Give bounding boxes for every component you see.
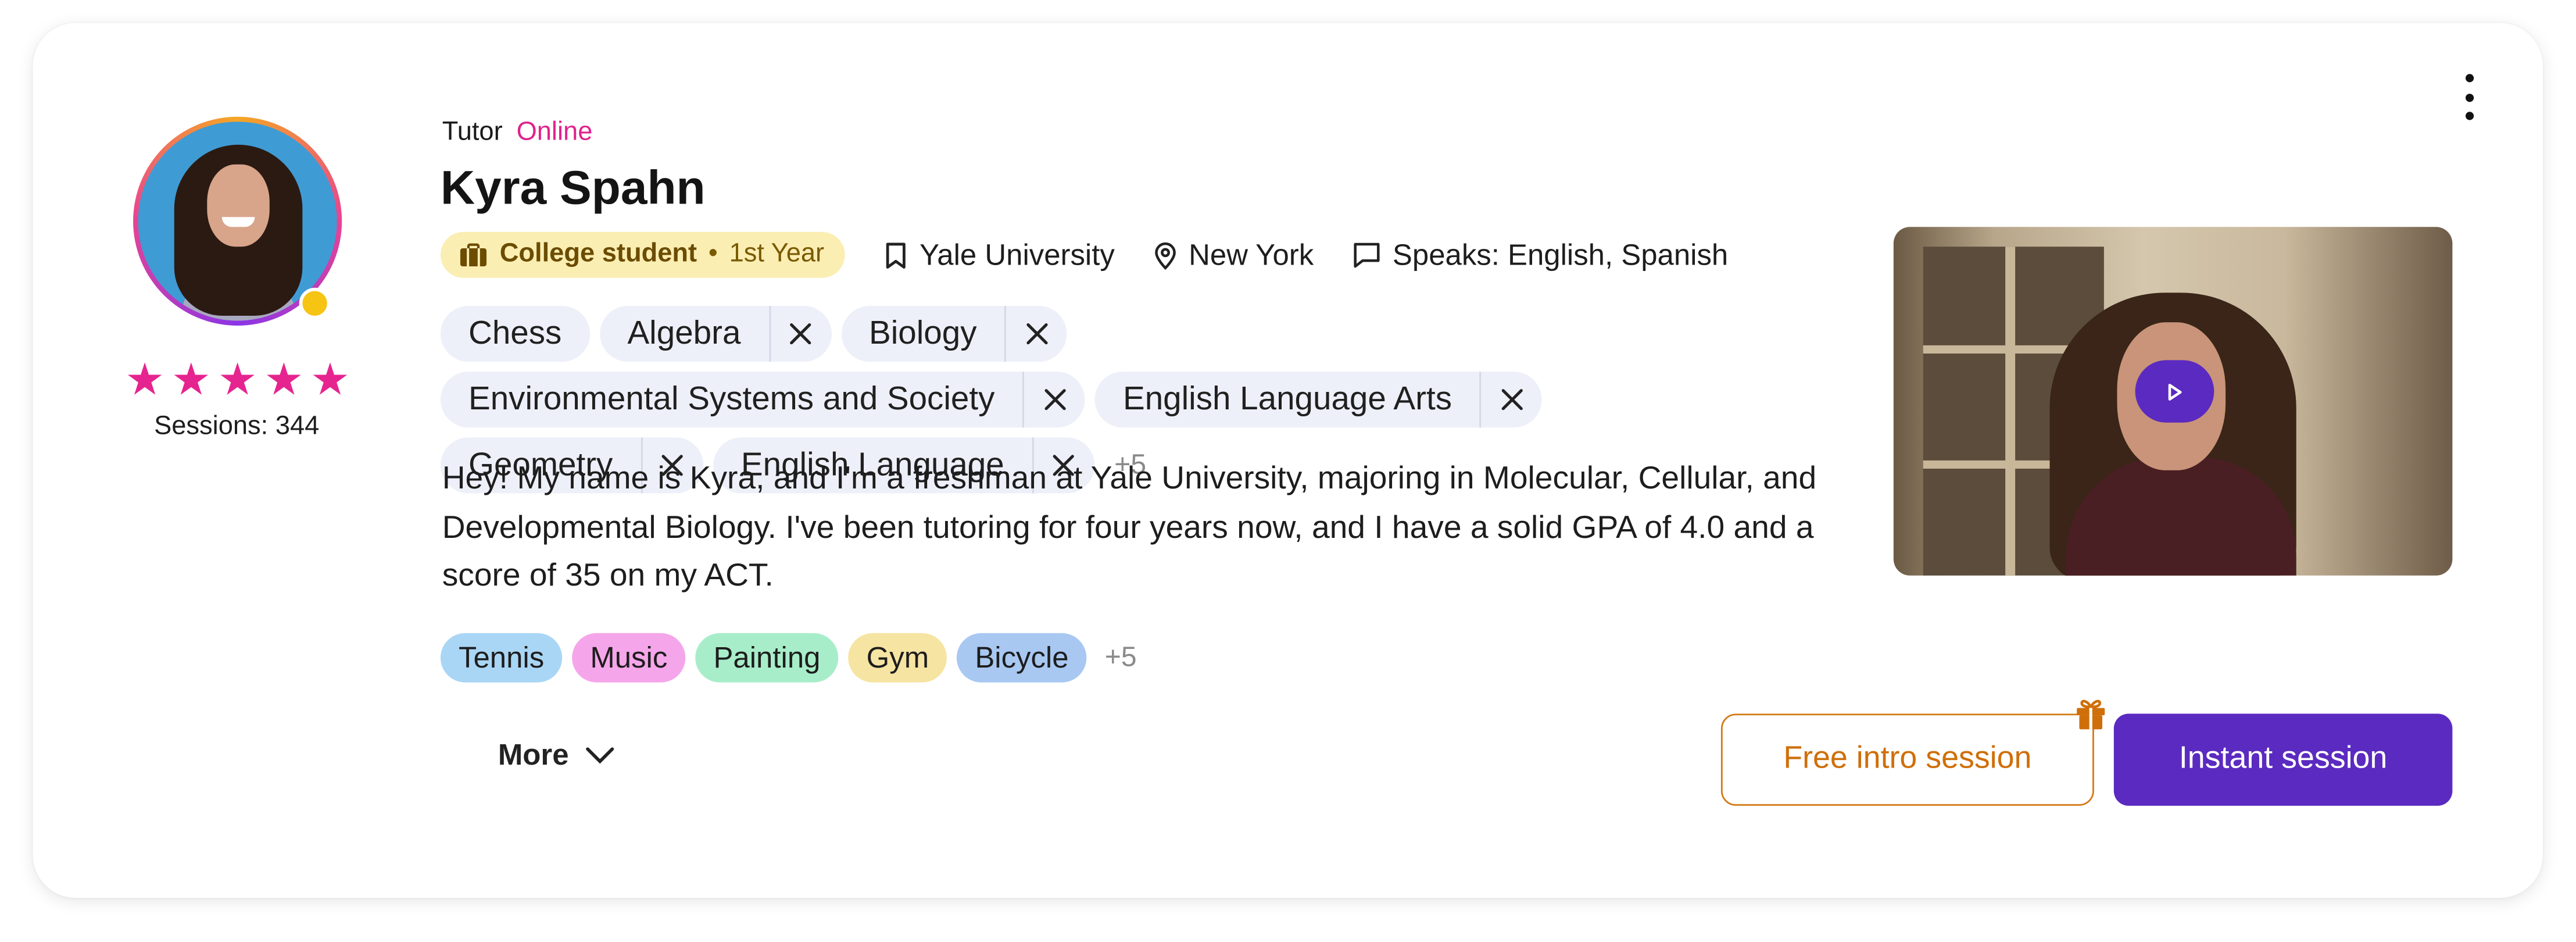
close-icon[interactable] — [768, 306, 831, 362]
subject-chip-label: Chess — [468, 315, 562, 351]
online-status: Online — [516, 118, 593, 147]
subject-chip[interactable]: Algebra — [599, 306, 831, 362]
chat-icon — [1354, 242, 1380, 268]
avatar[interactable] — [133, 116, 342, 326]
subject-chip[interactable]: Biology — [840, 306, 1068, 362]
gift-icon — [2077, 700, 2105, 730]
star-icon: ★ — [310, 355, 350, 405]
university-name: Yale University — [920, 237, 1115, 271]
star-icon: ★ — [217, 355, 257, 405]
star-icon: ★ — [124, 355, 165, 405]
education-year: 1st Year — [729, 240, 825, 268]
briefcase-icon — [460, 243, 487, 267]
bookmark-icon — [886, 242, 907, 268]
chevron-down-icon — [586, 747, 614, 764]
subject-chip[interactable]: Environmental Systems and Society — [440, 372, 1085, 428]
hobby-tag: Music — [572, 633, 686, 683]
free-intro-label: Free intro session — [1783, 741, 2032, 776]
hobby-tag: Painting — [695, 633, 839, 683]
hobbies-more-count[interactable]: +5 — [1105, 641, 1137, 675]
languages-item: Speaks: English, Spanish — [1353, 238, 1728, 272]
star-icon: ★ — [171, 355, 212, 405]
subject-chip[interactable]: Chess — [440, 306, 590, 362]
rating-stars: ★ ★ ★ ★ ★ — [125, 355, 350, 405]
play-button[interactable] — [2135, 360, 2214, 423]
more-label: More — [498, 738, 569, 772]
tutor-bio: Hey! My name is Kyra, and I'm a freshman… — [442, 460, 1817, 594]
more-button[interactable]: More — [498, 738, 615, 773]
instant-session-label: Instant session — [2178, 741, 2388, 776]
location-name: New York — [1189, 237, 1314, 271]
subject-chip-label: Algebra — [627, 315, 741, 351]
tutor-meta: College student • 1st Year Yale Universi… — [440, 231, 1728, 278]
hobby-tag: Bicycle — [957, 633, 1087, 683]
close-icon[interactable] — [1022, 372, 1085, 428]
subject-chip-label: Biology — [868, 315, 977, 351]
close-icon[interactable] — [1480, 372, 1542, 428]
online-status-dot — [299, 287, 331, 319]
hobby-tags: Tennis Music Painting Gym Bicycle +5 — [440, 633, 1137, 683]
hobby-tag: Gym — [848, 633, 947, 683]
role-label: Tutor — [442, 118, 503, 147]
subject-chip[interactable]: English Language Arts — [1094, 372, 1543, 428]
education-badge: College student • 1st Year — [440, 231, 846, 278]
star-icon: ★ — [264, 355, 304, 405]
pin-icon — [1155, 241, 1176, 269]
close-icon[interactable] — [1004, 306, 1067, 362]
location-item: New York — [1154, 238, 1314, 272]
subject-chip-label: Environmental Systems and Society — [468, 380, 995, 417]
kebab-icon[interactable] — [2449, 74, 2489, 120]
separator-dot: • — [708, 240, 718, 268]
instant-session-button[interactable]: Instant session — [2113, 713, 2453, 806]
tutor-name: Kyra Spahn — [440, 162, 706, 216]
education-type: College student — [499, 240, 697, 268]
sessions-count: Sessions: 344 — [154, 412, 320, 441]
university-item: Yale University — [885, 238, 1115, 272]
free-intro-session-button[interactable]: Free intro session — [1720, 713, 2094, 806]
languages-text: Speaks: English, Spanish — [1392, 237, 1729, 271]
role-line: Tutor Online — [442, 119, 593, 148]
subject-chip-label: English Language Arts — [1122, 380, 1452, 417]
hobby-tag: Tennis — [440, 633, 563, 683]
play-icon — [2168, 383, 2182, 400]
